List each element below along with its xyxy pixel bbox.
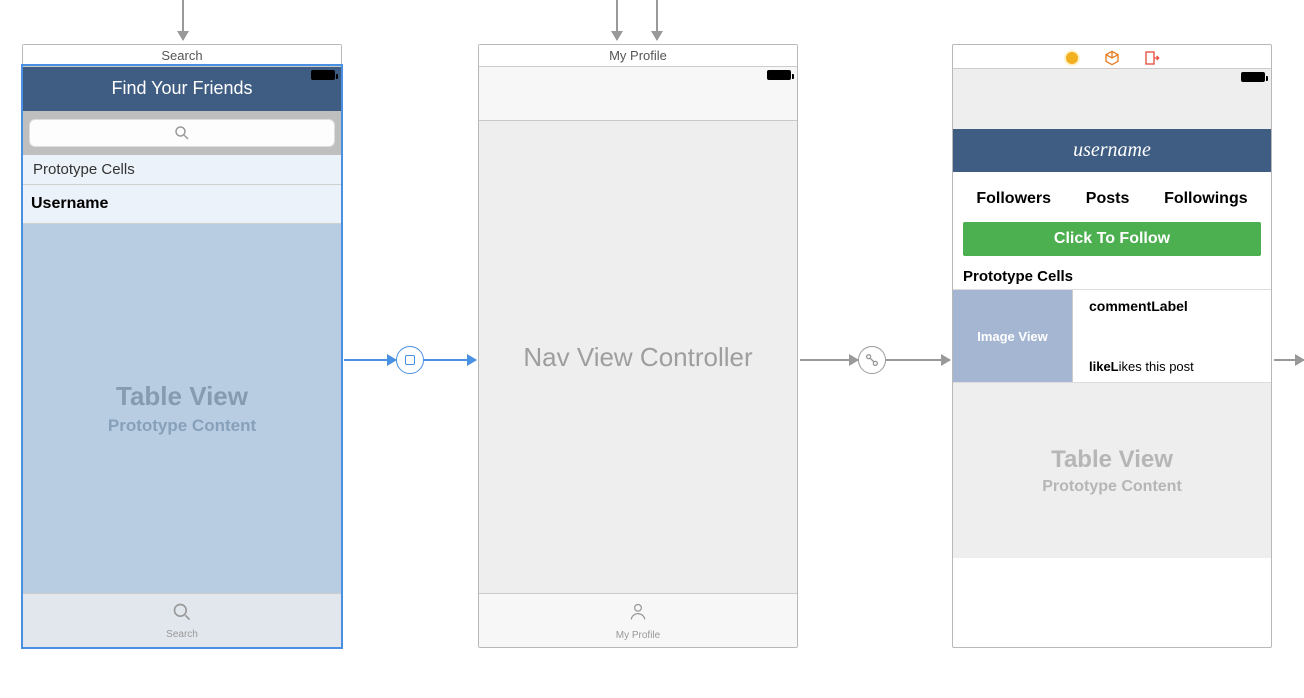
profile-header-area: Followers Posts Followings Click To Foll… bbox=[953, 172, 1271, 383]
scene-search-content[interactable]: Find Your Friends Prototype Cells Userna… bbox=[23, 66, 341, 647]
image-view-placeholder: Image View bbox=[953, 290, 1073, 382]
profile-tab-label: My Profile bbox=[616, 630, 660, 641]
present-modally-icon bbox=[405, 355, 415, 365]
table-view-placeholder: Table View Prototype Content bbox=[953, 383, 1271, 558]
nav-view-controller-label: Nav View Controller bbox=[479, 121, 797, 593]
tab-bar[interactable]: My Profile bbox=[479, 593, 797, 647]
profile-tab-icon bbox=[628, 601, 648, 629]
table-view-placeholder: Table View Prototype Content bbox=[23, 224, 341, 593]
nav-spacer bbox=[953, 89, 1271, 129]
storyboard-canvas[interactable]: Search Find Your Friends Prototype Cells… bbox=[0, 0, 1304, 698]
nav-bar-find-friends: Find Your Friends bbox=[23, 67, 341, 111]
battery-icon bbox=[1241, 72, 1265, 82]
battery-icon bbox=[311, 70, 335, 80]
search-icon bbox=[173, 124, 191, 142]
post-cell-content: commentLabel likeLikes this post bbox=[1073, 290, 1271, 382]
tableview-subtitle: Prototype Content bbox=[1042, 478, 1182, 496]
first-responder-icon[interactable] bbox=[1064, 50, 1080, 66]
stats-row: Followers Posts Followings bbox=[953, 172, 1271, 222]
segue-node-2[interactable] bbox=[858, 346, 886, 374]
battery-icon bbox=[767, 70, 791, 80]
posts-label[interactable]: Posts bbox=[1086, 190, 1130, 208]
search-bar-container bbox=[23, 111, 341, 155]
follow-button[interactable]: Click To Follow bbox=[963, 222, 1261, 256]
likes-row: likeLikes this post bbox=[1089, 359, 1263, 374]
prototype-cells-header: Prototype Cells bbox=[953, 256, 1271, 289]
username-title: username bbox=[1073, 139, 1151, 161]
segue-arrow-1-right bbox=[424, 359, 476, 361]
tableview-subtitle: Prototype Content bbox=[108, 416, 256, 436]
segue-arrow-2-left bbox=[800, 359, 858, 361]
followings-label[interactable]: Followings bbox=[1164, 190, 1248, 208]
top-class-badges bbox=[953, 45, 1271, 68]
segue-arrow-down-1 bbox=[182, 0, 184, 40]
nav-bar-plain bbox=[479, 67, 797, 121]
username-cell[interactable]: Username bbox=[23, 185, 341, 224]
scene-user-profile-content[interactable]: username Followers Posts Followings Clic… bbox=[953, 68, 1271, 647]
status-bar bbox=[953, 69, 1271, 89]
followers-label[interactable]: Followers bbox=[976, 190, 1051, 208]
scene-my-profile[interactable]: My Profile Nav View Controller My Profil… bbox=[478, 44, 798, 648]
scene-user-profile[interactable]: username Followers Posts Followings Clic… bbox=[952, 44, 1272, 648]
scene-my-profile-content[interactable]: Nav View Controller My Profile bbox=[479, 66, 797, 647]
post-cell[interactable]: Image View commentLabel likeLikes this p… bbox=[953, 289, 1271, 383]
exit-icon[interactable] bbox=[1144, 50, 1160, 66]
likes-count-label: likeL bbox=[1089, 359, 1119, 374]
segue-arrow-1-left bbox=[344, 359, 396, 361]
tableview-title: Table View bbox=[116, 381, 248, 412]
controller-object-icon[interactable] bbox=[1104, 50, 1120, 66]
likes-text-label: ikes this post bbox=[1119, 359, 1194, 374]
prototype-cells-header: Prototype Cells bbox=[23, 155, 341, 185]
segue-arrow-3-out bbox=[1274, 359, 1304, 361]
segue-arrow-2-right bbox=[886, 359, 950, 361]
comment-label: commentLabel bbox=[1089, 298, 1263, 314]
segue-arrow-down-3 bbox=[656, 0, 658, 40]
tableview-title: Table View bbox=[1051, 446, 1173, 474]
scene-title-my-profile: My Profile bbox=[479, 45, 797, 66]
scene-search[interactable]: Search Find Your Friends Prototype Cells… bbox=[22, 44, 342, 648]
search-tab-icon bbox=[172, 602, 192, 628]
segue-arrow-down-2 bbox=[616, 0, 618, 40]
tab-bar[interactable]: Search bbox=[23, 593, 341, 647]
scene-title-search: Search bbox=[23, 45, 341, 66]
relationship-icon bbox=[864, 352, 880, 368]
nav-bar-username: username bbox=[953, 129, 1271, 172]
search-field[interactable] bbox=[29, 119, 335, 147]
search-tab-label: Search bbox=[166, 629, 198, 640]
segue-node-1[interactable] bbox=[396, 346, 424, 374]
